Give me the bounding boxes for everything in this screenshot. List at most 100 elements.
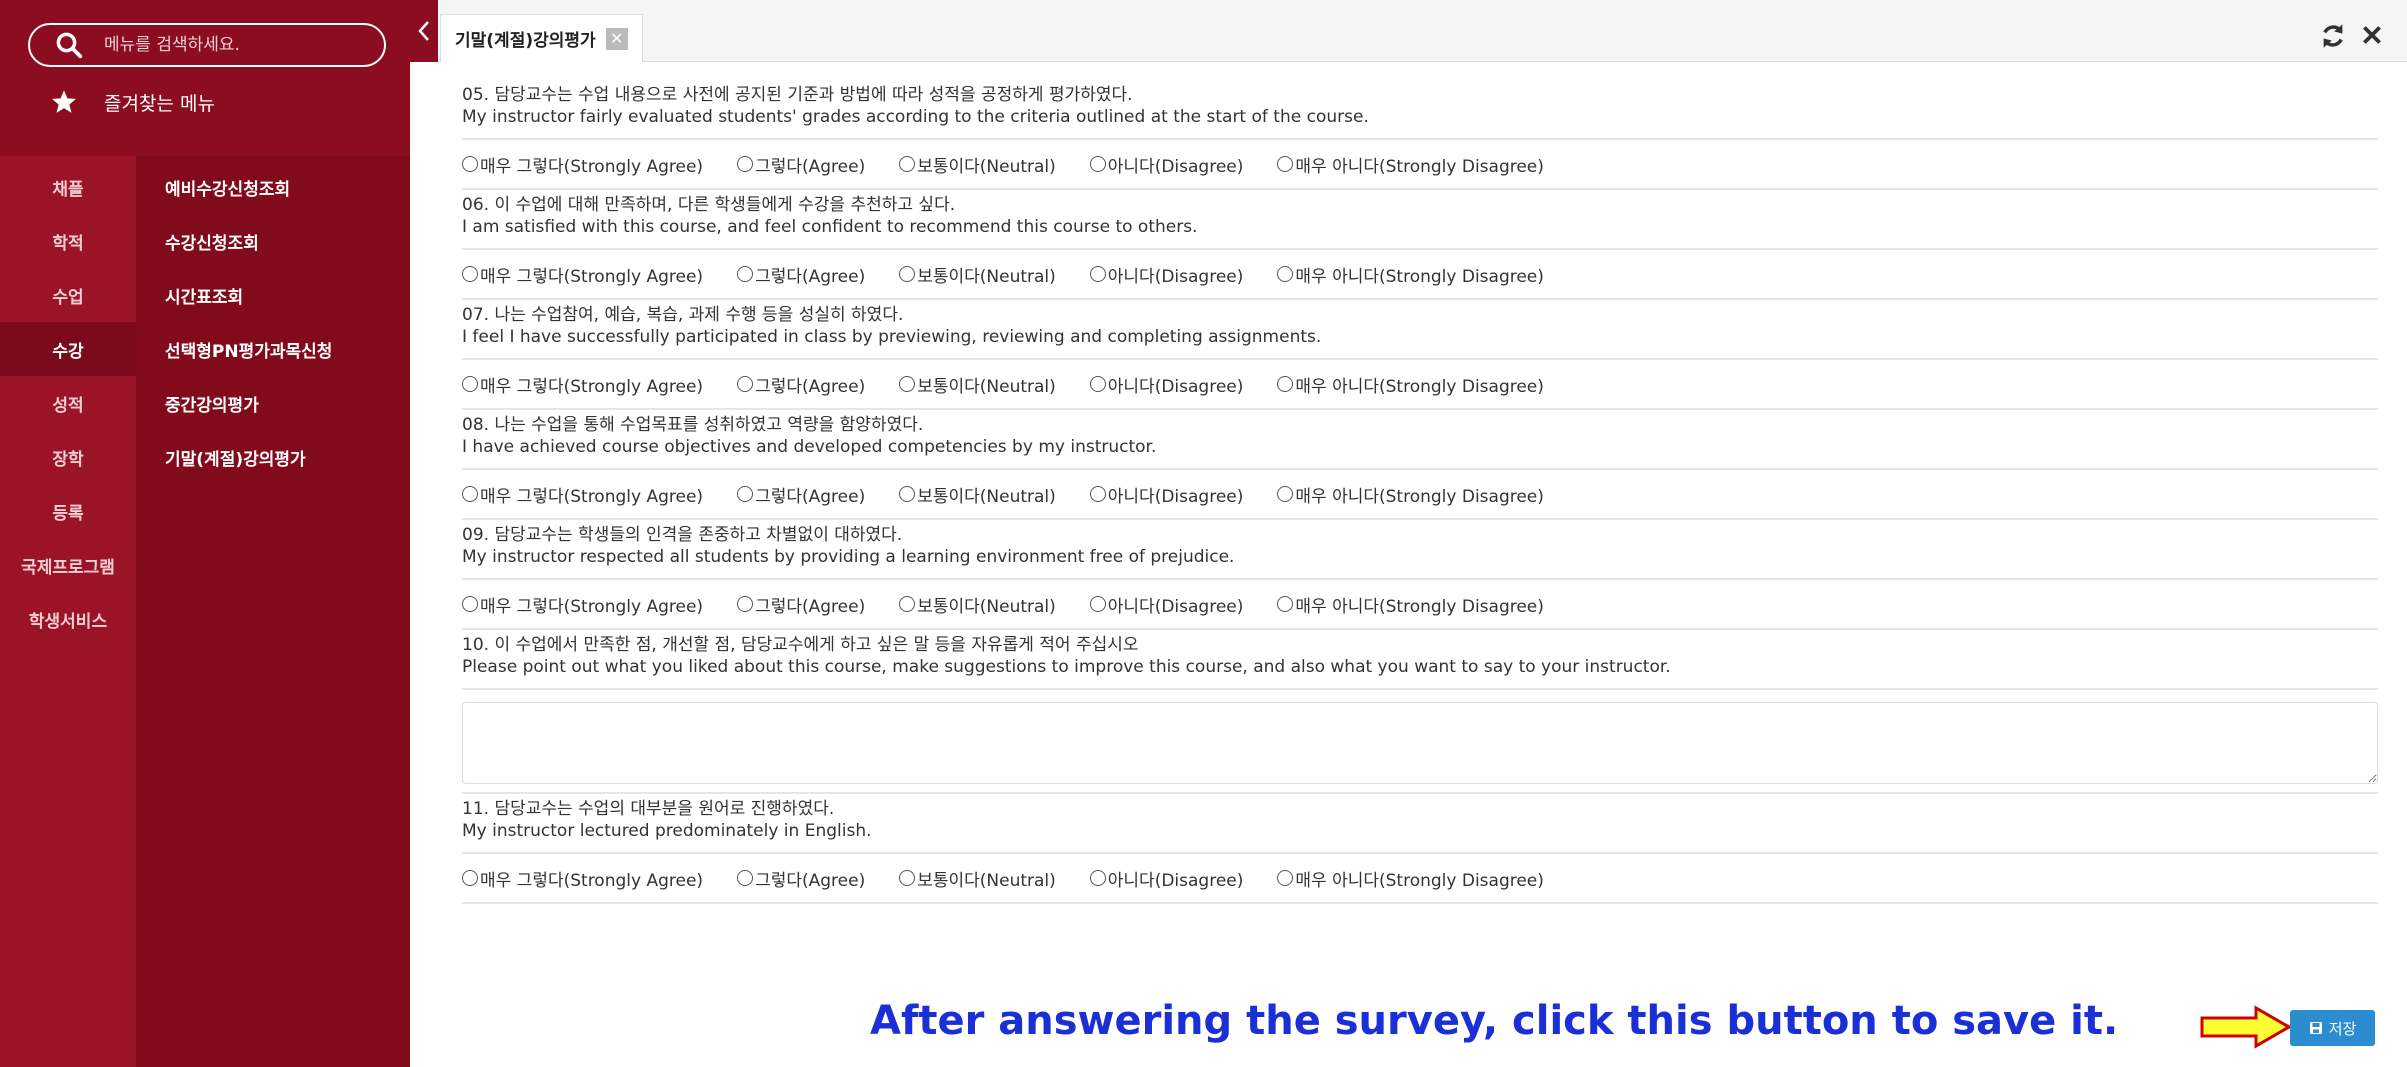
radio-button[interactable]: [1277, 870, 1294, 886]
option-agree[interactable]: 그렇다(Agree): [737, 262, 865, 287]
question-text-ko: 06. 이 수업에 대해 만족하며, 다른 학생들에게 수강을 추천하고 싶다.: [462, 195, 956, 215]
option-neutral[interactable]: 보통이다(Neutral): [899, 482, 1056, 507]
question-text-ko: 05. 담당교수는 수업 내용으로 사전에 공지된 기준과 방법에 따라 성적을…: [462, 85, 1133, 105]
category-item-chapel[interactable]: 채플: [0, 160, 136, 214]
radio-button[interactable]: [1089, 376, 1106, 392]
category-item-registration[interactable]: 수강: [0, 322, 136, 376]
tab-final-course-evaluation[interactable]: 기말(계절)강의평가 ✕: [440, 14, 643, 62]
menu-search-input[interactable]: [104, 35, 364, 55]
refresh-icon[interactable]: [2319, 22, 2347, 50]
radio-button[interactable]: [899, 376, 916, 392]
radio-button[interactable]: [462, 486, 478, 502]
radio-button[interactable]: [462, 376, 478, 392]
radio-button[interactable]: [1277, 376, 1294, 392]
submenu-item[interactable]: 예비수강신청조회: [165, 160, 332, 214]
category-item-academic-records[interactable]: 학적: [0, 214, 136, 268]
category-item-classes[interactable]: 수업: [0, 268, 136, 322]
option-disagree[interactable]: 아니다(Disagree): [1089, 262, 1243, 287]
radio-button[interactable]: [462, 870, 478, 886]
radio-button[interactable]: [737, 870, 754, 886]
radio-button[interactable]: [1277, 266, 1294, 282]
close-tab-icon[interactable]: ✕: [605, 27, 628, 50]
question-07: 07. 나는 수업참여, 예습, 복습, 과제 수행 등을 성실히 하였다. I…: [462, 300, 2378, 360]
radio-button[interactable]: [1089, 156, 1106, 172]
radio-button[interactable]: [1277, 486, 1294, 502]
radio-button[interactable]: [1277, 156, 1294, 172]
option-neutral[interactable]: 보통이다(Neutral): [899, 592, 1056, 617]
option-disagree[interactable]: 아니다(Disagree): [1089, 592, 1243, 617]
option-disagree[interactable]: 아니다(Disagree): [1089, 152, 1243, 177]
option-disagree[interactable]: 아니다(Disagree): [1089, 372, 1243, 397]
save-button[interactable]: 저장: [2290, 1010, 2375, 1046]
option-neutral[interactable]: 보통이다(Neutral): [899, 866, 1056, 891]
radio-button[interactable]: [1089, 266, 1106, 282]
radio-button[interactable]: [462, 596, 478, 612]
option-neutral[interactable]: 보통이다(Neutral): [899, 262, 1056, 287]
submenu-list: 예비수강신청조회 수강신청조회 시간표조회 선택형PN평가과목신청 중간강의평가…: [165, 160, 332, 484]
option-strongly-agree[interactable]: 매우 그렇다(Strongly Agree): [462, 372, 703, 397]
option-strongly-agree[interactable]: 매우 그렇다(Strongly Agree): [462, 592, 703, 617]
radio-button[interactable]: [1089, 596, 1106, 612]
category-item-international[interactable]: 국제프로그램: [0, 538, 136, 592]
option-agree[interactable]: 그렇다(Agree): [737, 482, 865, 507]
category-item-grades[interactable]: 성적: [0, 376, 136, 430]
radio-button[interactable]: [1089, 870, 1106, 886]
radio-button[interactable]: [899, 486, 916, 502]
question-text-ko: 08. 나는 수업을 통해 수업목표를 성취하였고 역량을 함양하였다.: [462, 415, 924, 435]
radio-button[interactable]: [462, 266, 478, 282]
question-text-ko: 10. 이 수업에서 만족한 점, 개선할 점, 담당교수에게 하고 싶은 말 …: [462, 635, 1139, 655]
option-agree[interactable]: 그렇다(Agree): [737, 866, 865, 891]
radio-button[interactable]: [1089, 486, 1106, 502]
submenu-item[interactable]: 시간표조회: [165, 268, 332, 322]
comment-textarea[interactable]: [462, 702, 2378, 784]
answer-options: 매우 그렇다(Strongly Agree) 그렇다(Agree) 보통이다(N…: [462, 360, 2378, 410]
option-disagree[interactable]: 아니다(Disagree): [1089, 482, 1243, 507]
option-label: 보통이다(Neutral): [917, 156, 1056, 177]
option-strongly-agree[interactable]: 매우 그렇다(Strongly Agree): [462, 482, 703, 507]
radio-button[interactable]: [899, 156, 916, 172]
option-strongly-agree[interactable]: 매우 그렇다(Strongly Agree): [462, 262, 703, 287]
option-label: 매우 그렇다(Strongly Agree): [480, 156, 704, 177]
option-strongly-disagree[interactable]: 매우 아니다(Strongly Disagree): [1277, 152, 1544, 177]
radio-button[interactable]: [899, 870, 916, 886]
option-label: 그렇다(Agree): [755, 486, 866, 507]
option-strongly-agree[interactable]: 매우 그렇다(Strongly Agree): [462, 866, 703, 891]
option-strongly-disagree[interactable]: 매우 아니다(Strongly Disagree): [1277, 592, 1544, 617]
radio-button[interactable]: [737, 486, 754, 502]
submenu-item[interactable]: 중간강의평가: [165, 376, 332, 430]
chevron-left-icon: [418, 21, 429, 41]
submenu-item[interactable]: 선택형PN평가과목신청: [165, 322, 332, 376]
submenu-item[interactable]: 기말(계절)강의평가: [165, 430, 332, 484]
radio-button[interactable]: [462, 156, 478, 172]
sidebar-collapse-button[interactable]: [410, 0, 438, 62]
option-label: 그렇다(Agree): [755, 376, 866, 397]
option-agree[interactable]: 그렇다(Agree): [737, 372, 865, 397]
close-icon[interactable]: [2359, 22, 2385, 48]
radio-button[interactable]: [737, 596, 754, 612]
search-icon[interactable]: [54, 30, 84, 60]
option-agree[interactable]: 그렇다(Agree): [737, 592, 865, 617]
save-label: 저장: [2328, 1020, 2357, 1038]
option-neutral[interactable]: 보통이다(Neutral): [899, 152, 1056, 177]
category-item-student-services[interactable]: 학생서비스: [0, 592, 136, 646]
category-item-enrollment[interactable]: 등록: [0, 484, 136, 538]
option-disagree[interactable]: 아니다(Disagree): [1089, 866, 1243, 891]
question-09: 09. 담당교수는 학생들의 인격을 존중하고 차별없이 대하였다. My in…: [462, 520, 2378, 580]
radio-button[interactable]: [737, 266, 754, 282]
radio-button[interactable]: [1277, 596, 1294, 612]
option-neutral[interactable]: 보통이다(Neutral): [899, 372, 1056, 397]
radio-button[interactable]: [737, 156, 754, 172]
option-strongly-agree[interactable]: 매우 그렇다(Strongly Agree): [462, 152, 703, 177]
submenu-item[interactable]: 수강신청조회: [165, 214, 332, 268]
radio-button[interactable]: [737, 376, 754, 392]
radio-button[interactable]: [899, 266, 916, 282]
option-strongly-disagree[interactable]: 매우 아니다(Strongly Disagree): [1277, 372, 1544, 397]
favorites-menu[interactable]: 즐겨찾는 메뉴: [50, 88, 215, 116]
option-agree[interactable]: 그렇다(Agree): [737, 152, 865, 177]
category-item-scholarship[interactable]: 장학: [0, 430, 136, 484]
option-strongly-disagree[interactable]: 매우 아니다(Strongly Disagree): [1277, 866, 1544, 891]
option-strongly-disagree[interactable]: 매우 아니다(Strongly Disagree): [1277, 262, 1544, 287]
menu-search[interactable]: [28, 23, 386, 67]
radio-button[interactable]: [899, 596, 916, 612]
option-strongly-disagree[interactable]: 매우 아니다(Strongly Disagree): [1277, 482, 1544, 507]
